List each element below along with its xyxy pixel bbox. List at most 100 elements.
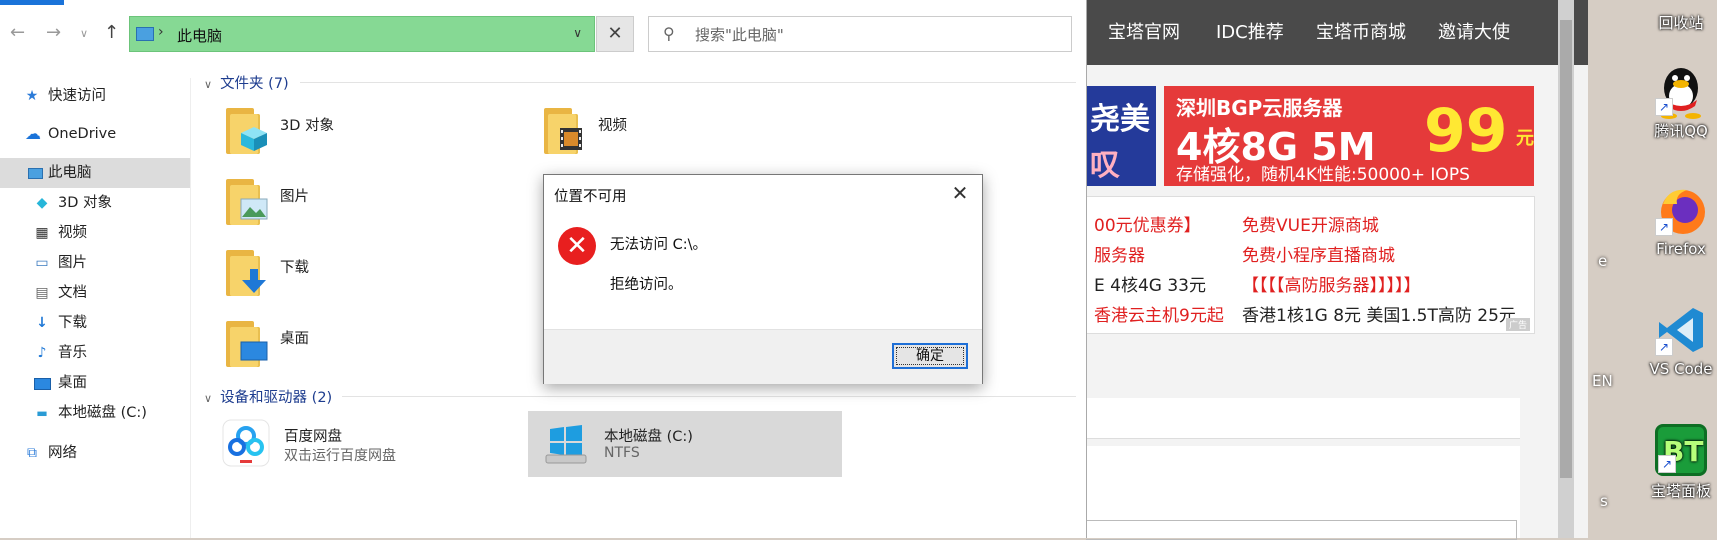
sidebar-item-this-pc[interactable]: 此电脑 [0, 158, 190, 188]
search-box[interactable]: ⚲ [648, 16, 1072, 52]
ad-price-unit: 元 [1516, 128, 1534, 149]
address-path[interactable]: 此电脑 [177, 25, 222, 46]
bt-panel-icon: BT ↗ [1655, 424, 1707, 476]
promo-link[interactable]: 服务器 [1094, 241, 1145, 266]
group-header-folders[interactable]: ∨ 文件夹 (7) [204, 72, 289, 93]
sidebar-item-label: 音乐 [58, 345, 87, 361]
sidebar-item-videos[interactable]: ▦ 视频 [0, 218, 190, 248]
shortcut-arrow-icon: ↗ [1658, 455, 1676, 473]
star-icon: ★ [25, 88, 39, 104]
ok-button-label: 确定 [896, 347, 964, 365]
folder-pictures[interactable]: 图片 [204, 173, 504, 233]
promo-link[interactable]: 免费小程序直播商城 [1242, 241, 1395, 266]
promo-link[interactable]: E 4核4G 33元 [1094, 271, 1206, 296]
ad-banner-bgp[interactable]: 深圳BGP云服务器 4核8G 5M 99 元 存储强化，随机4K性能:50000… [1164, 86, 1534, 186]
dialog-message: 无法访问 C:\。 [610, 237, 708, 253]
cube-icon: ◆ [36, 195, 48, 211]
document-icon: ▤ [35, 285, 49, 301]
sidebar-item-label: 桌面 [58, 375, 87, 391]
search-input[interactable] [693, 23, 1057, 47]
sidebar-item-label: 3D 对象 [58, 195, 112, 211]
shortcut-arrow-icon: ↗ [1655, 98, 1673, 116]
ribbon-tab-indicator [0, 0, 64, 5]
breadcrumb-separator-icon[interactable]: › [158, 24, 164, 40]
promo-link[interactable]: 00元优惠券】 [1094, 211, 1201, 236]
sidebar-item-downloads[interactable]: ↓ 下载 [0, 308, 190, 338]
promo-link[interactable]: 香港1核1G 8元 美国1.5T高防 25元 [1242, 301, 1516, 326]
music-icon: ♪ [37, 345, 47, 361]
qq-icon: ↗ [1655, 64, 1707, 119]
cloud-icon: ☁ [25, 124, 41, 143]
device-local-disk-c[interactable]: 本地磁盘 (C:) NTFS [528, 411, 842, 477]
video-icon [558, 126, 586, 150]
close-icon: ✕ [951, 181, 969, 205]
folder-videos[interactable]: 视频 [522, 102, 822, 162]
folder-downloads[interactable]: 下载 [204, 244, 504, 304]
sidebar-item-label: 图片 [58, 255, 87, 271]
ok-button[interactable]: 确定 [892, 343, 968, 369]
folder-3d-objects[interactable]: 3D 对象 [204, 102, 504, 162]
desktop-icon [34, 378, 51, 390]
dialog-message-detail: 拒绝访问。 [610, 277, 683, 293]
content-panel [1086, 446, 1520, 540]
sidebar-item-3d-objects[interactable]: ◆ 3D 对象 [0, 188, 190, 218]
device-baidu-netdisk[interactable]: 百度网盘 双击运行百度网盘 [208, 411, 528, 477]
group-header-devices[interactable]: ∨ 设备和驱动器 (2) [204, 386, 332, 407]
nav-link-invite[interactable]: 邀请大使 [1438, 18, 1510, 44]
download-icon: ↓ [36, 315, 48, 331]
video-icon: ▦ [35, 225, 49, 241]
folder-label: 下载 [280, 260, 309, 276]
desktop-bt-panel[interactable]: BT ↗ 宝塔面板 [1645, 424, 1717, 501]
nav-link-bt-official[interactable]: 宝塔官网 [1108, 18, 1180, 44]
sidebar-item-music[interactable]: ♪ 音乐 [0, 338, 190, 368]
sidebar-item-label: 下载 [58, 315, 87, 331]
folder-desktop[interactable]: 桌面 [204, 315, 504, 375]
desktop-icon-label: VS Code [1649, 360, 1713, 378]
file-explorer-window: ← → ∨ ↑ › 此电脑 ∨ ✕ ⚲ ★ 快速访问 ☁ OneDrive 此电… [0, 0, 1087, 538]
sidebar-item-desktop[interactable]: 桌面 [0, 368, 190, 398]
clear-address-button[interactable]: ✕ [596, 16, 634, 52]
navigation-toolbar: ← → ∨ ↑ › 此电脑 ∨ ✕ ⚲ [0, 14, 1086, 54]
sidebar-item-quick-access[interactable]: ★ 快速访问 [0, 81, 190, 111]
browser-scrollbar[interactable] [1558, 0, 1574, 538]
group-header-label: 文件夹 (7) [220, 76, 289, 92]
browser-nav-bar: 宝塔官网 IDC推荐 宝塔币商城 邀请大使 [1086, 0, 1588, 65]
desktop-vscode[interactable]: ↗ VS Code [1645, 304, 1717, 378]
recent-locations-chevron-icon[interactable]: ∨ [80, 27, 88, 40]
shortcut-arrow-icon: ↗ [1655, 338, 1673, 356]
ad-price: 99 [1424, 96, 1508, 166]
scrollbar-thumb[interactable] [1560, 20, 1572, 478]
sidebar-item-pictures[interactable]: ▭ 图片 [0, 248, 190, 278]
sidebar-item-label: 本地磁盘 (C:) [58, 405, 147, 421]
sidebar-item-local-disk-c[interactable]: ▬ 本地磁盘 (C:) [0, 398, 190, 428]
sidebar-item-onedrive[interactable]: ☁ OneDrive [0, 119, 190, 149]
address-dropdown-chevron-icon[interactable]: ∨ [573, 26, 582, 40]
sidebar-item-documents[interactable]: ▤ 文档 [0, 278, 190, 308]
firefox-icon: ↗ [1655, 184, 1707, 236]
content-input[interactable] [1086, 520, 1517, 540]
sidebar-item-network[interactable]: ⧉ 网络 [0, 438, 190, 468]
up-arrow-icon[interactable]: ↑ [104, 22, 119, 43]
ad-banner-left-line2: 叹 [1090, 148, 1120, 183]
back-arrow-icon[interactable]: ← [10, 22, 25, 43]
ad-bottom: 存储强化，随机4K性能:50000+ IOPS [1176, 165, 1470, 185]
device-sublabel: NTFS [604, 445, 640, 461]
promo-link[interactable]: 【【【【高防服务器】】】】】 [1242, 271, 1421, 296]
desktop-recycle-bin[interactable]: 回收站 [1645, 12, 1717, 33]
device-label: 本地磁盘 (C:) [604, 429, 693, 445]
ad-banner-left[interactable]: 尧美 叹 [1086, 86, 1156, 186]
sidebar-item-label: 此电脑 [48, 165, 92, 181]
forward-arrow-icon[interactable]: → [46, 22, 61, 43]
download-icon [240, 268, 268, 293]
computer-icon [28, 168, 43, 179]
dialog-close-button[interactable]: ✕ [946, 179, 974, 207]
desktop-qq[interactable]: ↗ 腾讯QQ [1645, 64, 1717, 141]
nav-link-idc[interactable]: IDC推荐 [1216, 18, 1284, 44]
address-bar[interactable]: › 此电脑 ∨ [129, 16, 595, 52]
promo-link[interactable]: 香港云主机9元起 [1094, 301, 1224, 326]
nav-link-bt-coin-mall[interactable]: 宝塔币商城 [1316, 18, 1406, 44]
sidebar-item-label: 快速访问 [48, 88, 106, 104]
desktop-firefox[interactable]: ↗ Firefox [1645, 184, 1717, 258]
folder-icon [544, 104, 582, 154]
promo-link[interactable]: 免费VUE开源商城 [1242, 211, 1379, 236]
